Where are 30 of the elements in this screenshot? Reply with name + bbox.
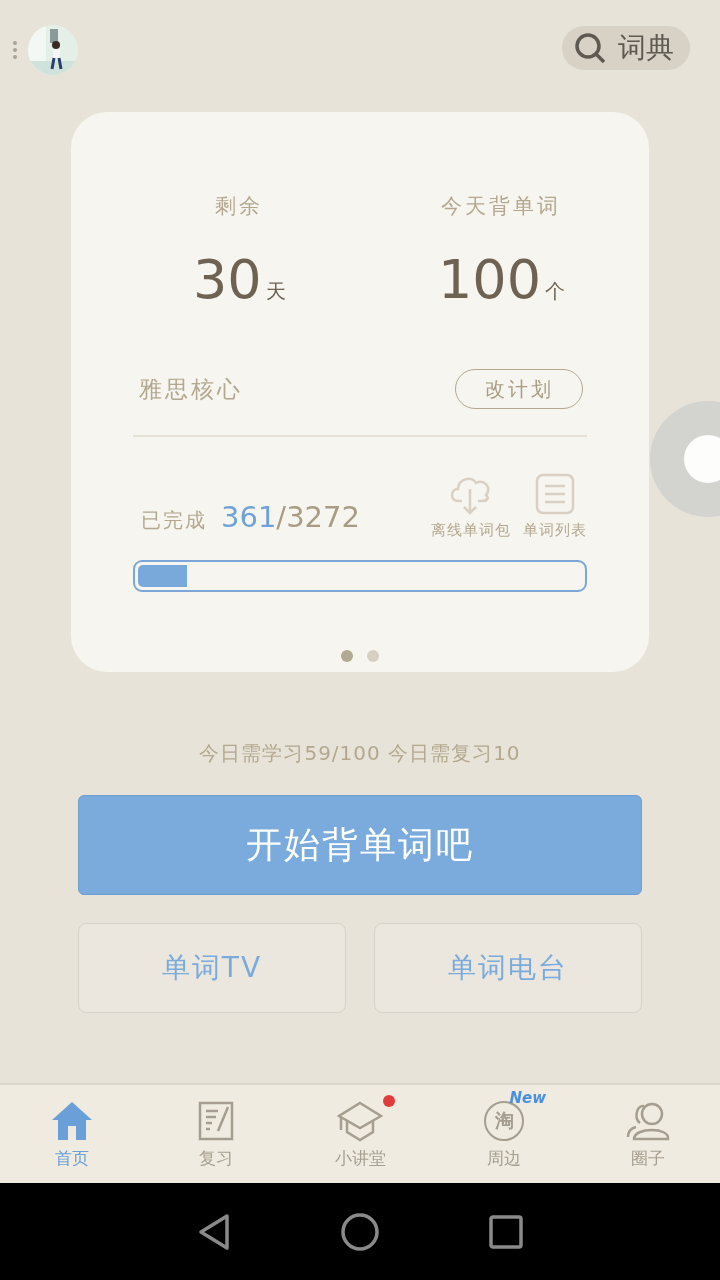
back-icon[interactable] bbox=[197, 1212, 231, 1251]
tab[interactable]: 小讲堂 bbox=[288, 1085, 432, 1183]
tab[interactable]: 圈子 bbox=[576, 1085, 720, 1183]
daily-summary: 今日需学习59/100 今日需复习10 bbox=[199, 740, 521, 767]
book-name: 雅思核心 bbox=[139, 374, 243, 404]
action-button[interactable]: 单词列表 bbox=[523, 473, 587, 540]
stat-value: 100 bbox=[437, 248, 541, 311]
home-circle-icon[interactable] bbox=[341, 1212, 379, 1251]
start-button[interactable]: 开始背单词吧 bbox=[78, 795, 642, 895]
tab[interactable]: 复习 bbox=[144, 1085, 288, 1183]
people-icon bbox=[626, 1100, 670, 1141]
search-icon bbox=[574, 32, 606, 64]
list-icon bbox=[535, 473, 575, 515]
graduation-cap-icon bbox=[337, 1099, 383, 1142]
action-button[interactable]: 离线单词包 bbox=[431, 473, 511, 540]
total-count: /3272 bbox=[276, 500, 360, 534]
stat-unit: 个 bbox=[545, 278, 565, 305]
tab[interactable]: 首页 bbox=[0, 1085, 144, 1183]
stat-label: 剩余 bbox=[215, 193, 264, 220]
stat-unit: 天 bbox=[265, 278, 286, 305]
feature-button[interactable]: 单词电台 bbox=[374, 923, 642, 1013]
home-icon bbox=[50, 1099, 94, 1142]
feature-button[interactable]: 单词TV bbox=[78, 923, 346, 1013]
stat-value: 30 bbox=[193, 248, 262, 311]
note-icon bbox=[198, 1100, 234, 1141]
recents-icon[interactable] bbox=[489, 1214, 523, 1249]
stat-label: 今天背单词 bbox=[441, 193, 562, 220]
dictionary-search-button[interactable]: 词典 bbox=[562, 26, 690, 70]
completed-label: 已完成 bbox=[141, 507, 207, 534]
completed-count: 361 bbox=[221, 500, 277, 534]
